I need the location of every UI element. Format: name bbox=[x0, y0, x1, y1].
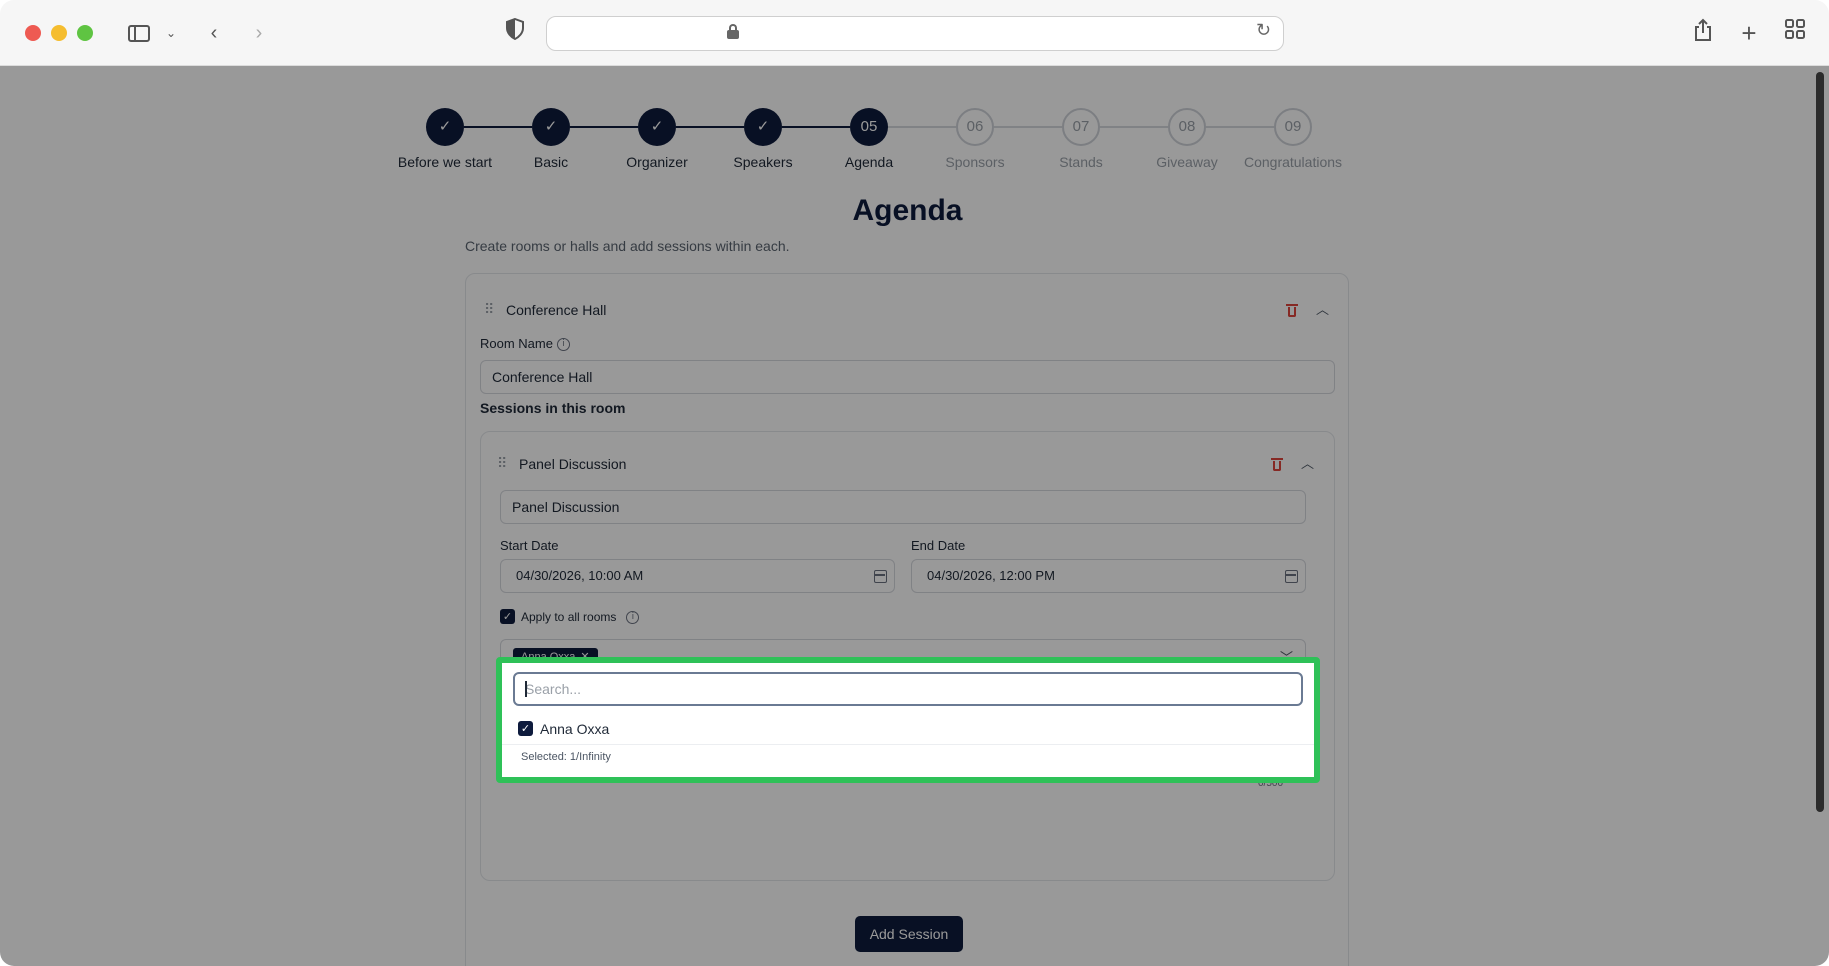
plus-icon[interactable]: + bbox=[1736, 18, 1762, 48]
highlight-frame bbox=[496, 657, 1320, 783]
browser-window: ⌄ ‹ › ↻ + ✓ Before we start ✓ Basic ✓ Or… bbox=[0, 0, 1829, 966]
sidebar-icon[interactable] bbox=[124, 18, 152, 48]
forward-icon[interactable]: › bbox=[247, 18, 271, 48]
scrollbar[interactable] bbox=[1816, 72, 1824, 812]
lock-icon bbox=[727, 24, 739, 39]
tabs-overview-icon[interactable] bbox=[1782, 18, 1808, 48]
page-viewport: ✓ Before we start ✓ Basic ✓ Organizer ✓ … bbox=[0, 66, 1829, 966]
shield-icon[interactable] bbox=[503, 17, 527, 49]
reload-icon[interactable]: ↻ bbox=[1256, 20, 1271, 41]
address-bar[interactable] bbox=[546, 16, 1284, 51]
browser-toolbar: ⌄ ‹ › ↻ + bbox=[0, 0, 1829, 66]
modal-backdrop bbox=[0, 66, 1829, 966]
back-icon[interactable]: ‹ bbox=[202, 18, 226, 48]
chevron-down-icon[interactable]: ⌄ bbox=[164, 18, 178, 48]
maximize-window-button[interactable] bbox=[77, 25, 93, 41]
minimize-window-button[interactable] bbox=[51, 25, 67, 41]
close-window-button[interactable] bbox=[25, 25, 41, 41]
share-icon[interactable] bbox=[1690, 18, 1716, 51]
